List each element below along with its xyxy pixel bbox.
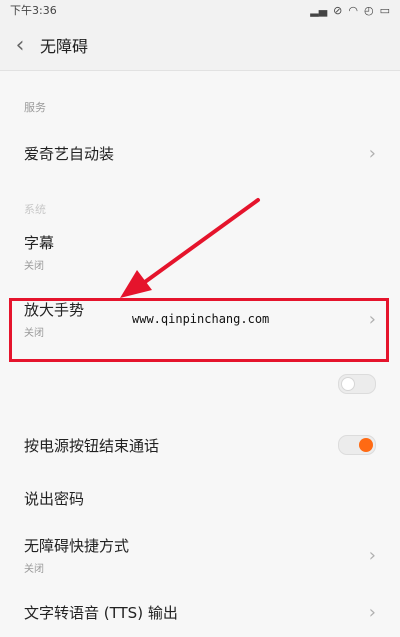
chevron-right-icon: › (368, 601, 376, 623)
chevron-right-icon: › (368, 142, 376, 164)
watermark-text: www.qinpinchang.com (132, 312, 270, 326)
list-item-speak-password[interactable]: 说出密码 (0, 473, 400, 523)
list-item-iqiyi[interactable]: 爱奇艺自动装 › (0, 115, 400, 191)
item-label: 爱奇艺自动装 (24, 144, 115, 163)
toggle-switch[interactable] (338, 374, 376, 394)
chevron-right-icon: › (368, 544, 376, 566)
item-label: 无障碍快捷方式 (24, 537, 130, 555)
title-bar: ‹ 无障碍 (0, 20, 400, 71)
list-item-tts[interactable]: 文字转语音 (TTS) 输出 › (0, 587, 400, 637)
item-label: 文字转语音 (TTS) 输出 (24, 603, 178, 622)
item-label: 按电源按钮结束通话 (24, 436, 160, 455)
status-icons: ▂▄ ⊘ ◠ ◴ ▭ (310, 4, 390, 17)
alarm-icon: ◴ (363, 3, 374, 17)
wifi-icon: ◠ (348, 3, 358, 17)
page-title: 无障碍 (40, 37, 89, 56)
item-label: 说出密码 (24, 489, 85, 508)
item-label: 字幕 (24, 234, 55, 252)
mute-icon: ⊘ (333, 3, 343, 17)
list-item-power-end-call[interactable]: 按电源按钮结束通话 (0, 417, 400, 473)
back-arrow-icon[interactable]: ‹ (0, 33, 40, 58)
signal-icon: ▂▄ (310, 3, 328, 17)
highlight-box (9, 298, 389, 362)
status-bar: 下午3:36 ▂▄ ⊘ ◠ ◴ ▭ (0, 0, 400, 20)
toggle-knob (359, 438, 373, 452)
toggle-switch[interactable] (338, 435, 376, 455)
list-item-subtitle[interactable]: 字幕 关闭 (0, 217, 400, 287)
toggle-knob (341, 377, 355, 391)
list-item-shortcut[interactable]: 无障碍快捷方式 关闭 › (0, 523, 400, 587)
item-sub: 关闭 (24, 261, 44, 272)
status-time: 下午3:36 (10, 4, 57, 17)
section-label-system: 系统 (24, 203, 46, 216)
battery-icon: ▭ (379, 3, 390, 17)
section-label-services: 服务 (24, 101, 46, 114)
item-sub: 关闭 (24, 564, 44, 575)
